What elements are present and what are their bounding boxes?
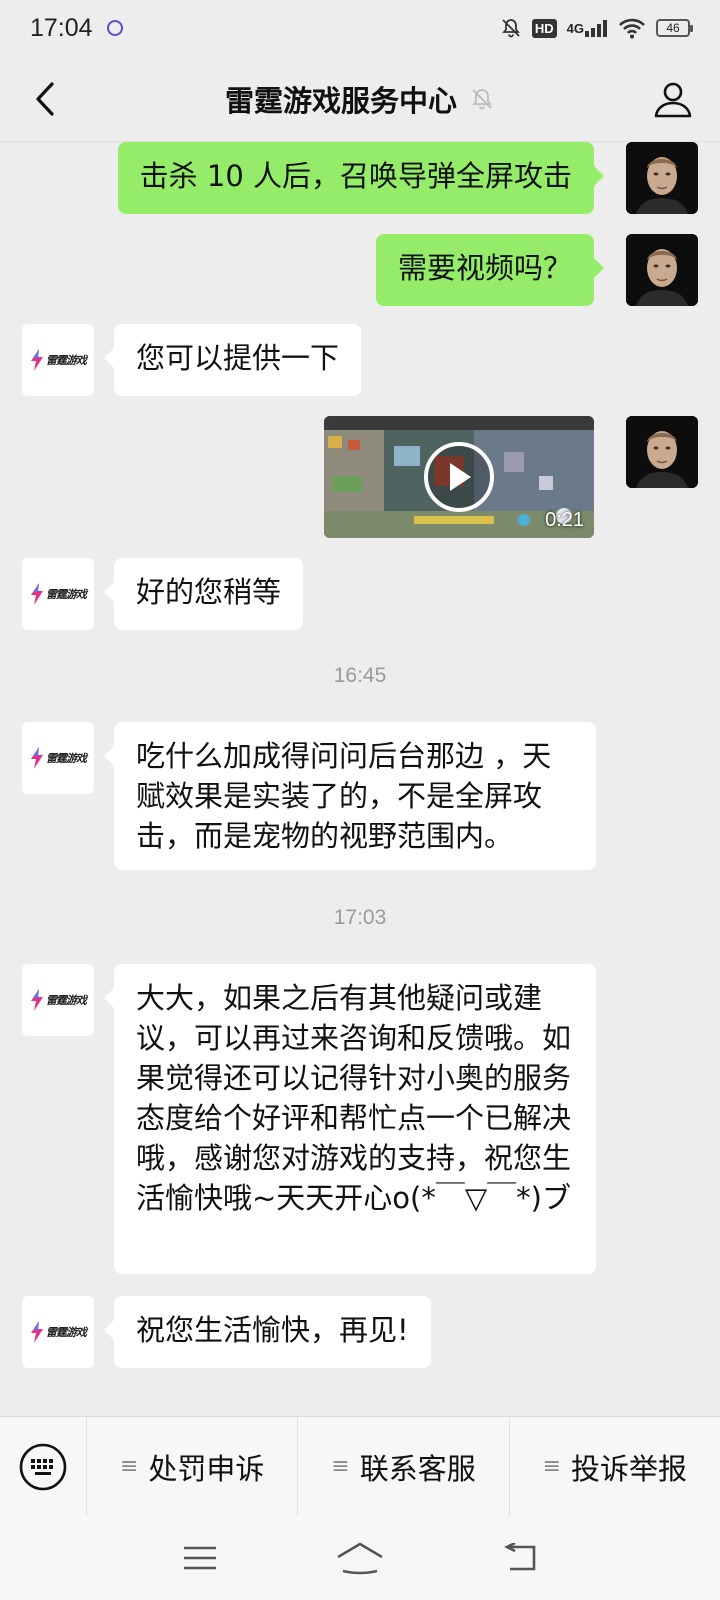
muted-bell-icon [472, 88, 492, 109]
hd-icon: HD [531, 18, 557, 38]
message-bubble-outgoing[interactable]: 击杀 10 人后，召唤导弹全屏攻击 [117, 142, 605, 214]
recent-apps-button[interactable] [170, 1528, 230, 1588]
bot-avatar[interactable]: 雷霆游戏 [22, 964, 94, 1036]
message-text: 祝您生活愉快，再见! [136, 1313, 409, 1347]
bot-avatar[interactable]: 雷霆游戏 [22, 722, 94, 794]
battery-icon: 46 [656, 19, 693, 37]
lightning-icon [31, 989, 43, 1011]
message-bubble-incoming[interactable]: 吃什么加成得问问后台那边 ，天赋效果是实装了的，不是全屏攻击，而是宠物的视野范围… [104, 722, 596, 870]
chevron-left-icon [36, 82, 54, 116]
message-bubble-outgoing[interactable]: 需要视频吗？ [375, 234, 605, 306]
message-text: 好的您稍等 [136, 575, 282, 609]
message-bubble-incoming[interactable]: 您可以提供一下 [103, 324, 362, 396]
message-bubble-incoming[interactable]: 大大，如果之后有其他疑问或建议，可以再过来咨询和反馈哦。如果觉得还可以记得针对小… [104, 964, 596, 1274]
user-avatar[interactable] [626, 142, 698, 214]
menu-icon [184, 1546, 216, 1570]
back-nav-button[interactable] [490, 1528, 550, 1588]
bot-logo-text: 雷霆游戏 [46, 752, 87, 765]
bot-logo-text: 雷霆游戏 [46, 354, 87, 367]
message-text: 大大，如果之后有其他疑问或建议，可以再过来咨询和反馈哦。如果觉得还可以记得针对小… [136, 981, 572, 1215]
user-avatar[interactable] [626, 416, 698, 488]
bot-avatar[interactable]: 雷霆游戏 [22, 324, 94, 396]
bot-avatar[interactable]: 雷霆游戏 [22, 558, 94, 630]
mute-icon [500, 17, 522, 39]
menu-lines-icon: ≡ [331, 1454, 350, 1479]
message-bubble-incoming[interactable]: 祝您生活愉快，再见! [104, 1296, 431, 1368]
lightning-icon [31, 349, 43, 371]
profile-button[interactable] [648, 74, 698, 124]
menu-item-contact-support[interactable]: ≡ 联系客服 [297, 1416, 508, 1517]
bot-logo-text: 雷霆游戏 [46, 588, 87, 601]
lightning-icon [31, 747, 43, 769]
bot-avatar[interactable]: 雷霆游戏 [22, 1296, 94, 1368]
home-icon [337, 1542, 383, 1575]
back-button[interactable] [20, 74, 70, 124]
status-time: 17:04 [30, 13, 93, 42]
menu-item-report[interactable]: ≡ 投诉举报 [508, 1416, 720, 1517]
message-timestamp: 17:03 [333, 906, 387, 929]
network-type: 4G [566, 20, 584, 36]
menu-item-label: 联系客服 [359, 1451, 476, 1486]
message-bubble-incoming[interactable]: 好的您稍等 [103, 558, 304, 630]
keyboard-icon [19, 1443, 67, 1490]
play-icon [450, 463, 471, 491]
message-text: 需要视频吗？ [397, 251, 572, 285]
keyboard-toggle-button[interactable] [0, 1417, 86, 1517]
service-menu-bar: ≡ 处罚申诉 ≡ 联系客服 ≡ 投诉举报 [0, 1416, 720, 1517]
menu-lines-icon: ≡ [542, 1454, 562, 1479]
message-timestamp: 16:45 [333, 664, 387, 687]
app-notification-icon [106, 20, 123, 36]
home-button[interactable] [330, 1528, 390, 1588]
chat-header: 雷霆游戏服务中心 [0, 56, 720, 142]
menu-item-penalty-appeal[interactable]: ≡ 处罚申诉 [86, 1416, 297, 1517]
menu-item-label: 投诉举报 [571, 1451, 688, 1486]
user-avatar[interactable] [626, 234, 698, 306]
person-icon [654, 82, 692, 118]
message-text: 击杀 10 人后，召唤导弹全屏攻击 [139, 159, 572, 193]
lightning-icon [31, 583, 43, 605]
menu-item-label: 处罚申诉 [148, 1451, 265, 1486]
status-bar: 17:04 HD 4G 46 [0, 0, 720, 56]
return-icon [504, 1543, 536, 1571]
cellular-signal-icon: 4G [567, 18, 608, 38]
message-text: 吃什么加成得问问后台那边 ，天赋效果是实装了的，不是全屏攻击，而是宠物的视野范围… [136, 739, 552, 853]
play-button[interactable] [424, 442, 494, 512]
title-wrap: 雷霆游戏服务中心 [225, 78, 495, 120]
video-message[interactable]: 0:21 [324, 416, 594, 538]
system-nav-bar [0, 1516, 720, 1600]
lightning-icon [31, 1321, 43, 1343]
chat-area[interactable]: 击杀 10 人后，召唤导弹全屏攻击 需要视频吗？ 雷霆游戏 您可以提供一下 0:… [0, 142, 720, 1416]
menu-lines-icon: ≡ [119, 1454, 139, 1479]
page-title: 雷霆游戏服务中心 [224, 83, 457, 118]
message-text: 您可以提供一下 [136, 341, 340, 375]
status-icons: HD 4G 46 [500, 17, 693, 39]
bot-logo-text: 雷霆游戏 [46, 1326, 87, 1339]
video-duration: 0:21 [545, 509, 584, 531]
wifi-icon [618, 17, 646, 39]
bot-logo-text: 雷霆游戏 [46, 994, 87, 1007]
